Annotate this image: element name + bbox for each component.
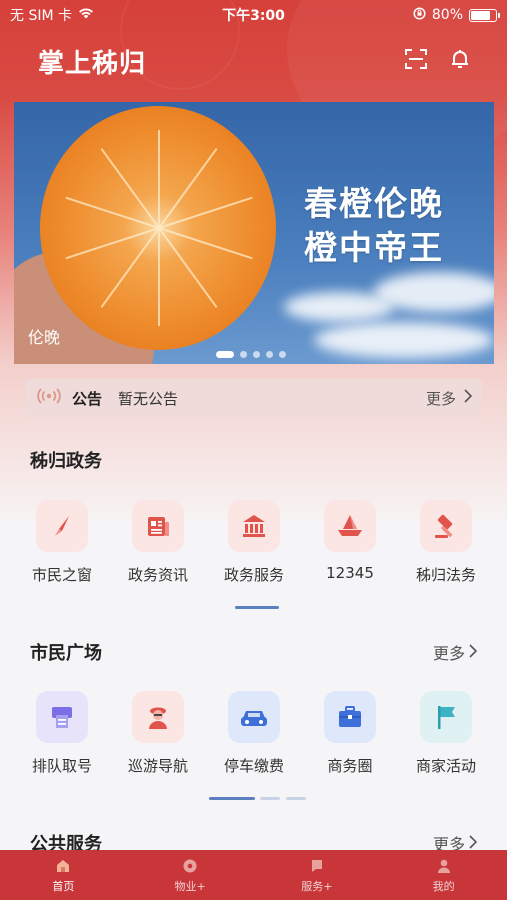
gov-item-label: 市民之窗 <box>31 566 92 584</box>
orange-segment-line <box>158 227 218 308</box>
banner-headline: 春橙伦晚 橙中帝王 <box>304 182 444 270</box>
battery-icon <box>469 8 500 22</box>
gov-item-label: 政务服务 <box>223 566 284 584</box>
ticket-machine-icon <box>36 691 88 743</box>
home-icon <box>54 857 72 875</box>
tab-label: 服务+ <box>301 879 333 893</box>
gavel-icon <box>420 500 472 552</box>
gov-services-grid: 市民之窗 政务资讯 政务服务 12345 秭归法务 <box>14 500 494 585</box>
wifi-icon <box>78 7 94 23</box>
carousel-dot-active[interactable] <box>216 351 234 358</box>
tab-home[interactable]: 首页 <box>0 850 127 900</box>
settings-icon <box>181 857 199 875</box>
cloud <box>314 322 494 358</box>
notice-more-label: 更多 <box>425 389 456 408</box>
plaza-item-label: 商务圈 <box>327 757 373 775</box>
plaza-page-indicator-active <box>209 797 255 800</box>
gov-item-12345[interactable]: 12345 <box>304 500 396 585</box>
plaza-item-label: 排队取号 <box>31 757 92 775</box>
tab-services[interactable]: 服务+ <box>254 850 381 900</box>
notice-bar[interactable]: 公告 暂无公告 更多 <box>26 379 482 417</box>
banner-headline-line2: 橙中帝王 <box>304 228 444 267</box>
gov-item-services[interactable]: 政务服务 <box>208 500 300 585</box>
orange-image <box>40 106 276 350</box>
orange-segment-line <box>158 130 160 228</box>
chevron-right-icon <box>464 389 473 407</box>
carousel-dot[interactable] <box>266 351 273 358</box>
plaza-more-label: 更多 <box>432 644 465 663</box>
gov-page-indicator <box>235 606 279 609</box>
plaza-item-label: 巡游导航 <box>127 757 188 775</box>
orange-segment-line <box>65 196 160 229</box>
gov-item-news[interactable]: 政务资讯 <box>112 500 204 585</box>
government-building-icon <box>228 500 280 552</box>
tab-profile[interactable]: 我的 <box>380 850 507 900</box>
notification-button[interactable] <box>443 44 477 78</box>
scan-button[interactable] <box>399 44 433 78</box>
plaza-item-business[interactable]: 商务圈 <box>304 691 396 776</box>
plaza-item-queue[interactable]: 排队取号 <box>16 691 108 776</box>
tab-label: 首页 <box>52 879 75 893</box>
car-icon <box>228 691 280 743</box>
orange-segment-line <box>158 227 253 260</box>
gov-item-label: 秭归法务 <box>415 566 476 584</box>
cloud <box>374 272 494 312</box>
gov-section-title: 秭归政务 <box>30 451 102 472</box>
scan-icon <box>405 48 427 74</box>
orange-segment-line <box>158 228 160 326</box>
gov-item-label: 政务资讯 <box>127 566 188 584</box>
tab-property[interactable]: 物业+ <box>127 850 254 900</box>
status-time: 下午3:00 <box>222 8 285 24</box>
plaza-item-parking[interactable]: 停车缴费 <box>208 691 300 776</box>
broadcast-icon <box>36 387 62 409</box>
promo-banner[interactable]: 春橙伦晚 橙中帝王 伦晚 <box>14 102 494 364</box>
newspaper-icon <box>132 500 184 552</box>
user-icon <box>435 857 453 875</box>
notice-text: 暂无公告 <box>118 389 179 408</box>
chevron-right-icon <box>469 643 478 662</box>
carousel-dots[interactable] <box>216 351 286 358</box>
briefcase-icon <box>324 691 376 743</box>
plaza-item-label: 商家活动 <box>415 757 476 775</box>
bell-icon <box>449 48 471 74</box>
service-flag-icon <box>308 857 326 875</box>
bottom-tab-bar: 首页 物业+ 服务+ 我的 <box>0 850 507 900</box>
status-bar: 无 SIM 卡 下午3:00 80% <box>0 0 507 30</box>
battery-percent: 80% <box>431 7 463 23</box>
tab-label: 我的 <box>432 879 455 893</box>
plaza-page-indicator <box>260 797 280 800</box>
carrier-label: 无 SIM 卡 <box>10 8 72 24</box>
plaza-item-tour[interactable]: 巡游导航 <box>112 691 204 776</box>
tour-guide-icon <box>132 691 184 743</box>
banner-headline-line1: 春橙伦晚 <box>304 184 444 223</box>
tab-label: 物业+ <box>174 879 206 893</box>
carousel-dot[interactable] <box>279 351 286 358</box>
banner-caption: 伦晚 <box>28 328 61 347</box>
notice-label: 公告 <box>72 389 103 408</box>
carousel-dot[interactable] <box>253 351 260 358</box>
orange-segment-line <box>158 196 253 229</box>
plaza-item-merchant-events[interactable]: 商家活动 <box>400 691 492 776</box>
orange-segment-line <box>100 227 160 308</box>
plaza-item-label: 停车缴费 <box>223 757 284 775</box>
gov-item-label: 12345 <box>326 564 374 582</box>
app-header: 掌上秭归 <box>0 36 507 86</box>
flag-icon <box>420 691 472 743</box>
plaza-page-indicator <box>286 797 306 800</box>
orientation-lock-icon <box>413 6 426 24</box>
plaza-section-title: 市民广场 <box>30 643 102 664</box>
gov-item-legal[interactable]: 秭归法务 <box>400 500 492 585</box>
plaza-more-link[interactable]: 更多 <box>432 640 478 664</box>
compass-icon <box>36 500 88 552</box>
notice-more-link[interactable]: 更多 <box>425 388 473 409</box>
plaza-services-grid: 排队取号 巡游导航 停车缴费 商务圈 商家活动 <box>14 691 494 776</box>
paper-boat-icon <box>324 500 376 552</box>
carousel-dot[interactable] <box>240 351 247 358</box>
orange-segment-line <box>100 148 160 229</box>
gov-item-citizen-window[interactable]: 市民之窗 <box>16 500 108 585</box>
page-title: 掌上秭归 <box>38 48 147 79</box>
